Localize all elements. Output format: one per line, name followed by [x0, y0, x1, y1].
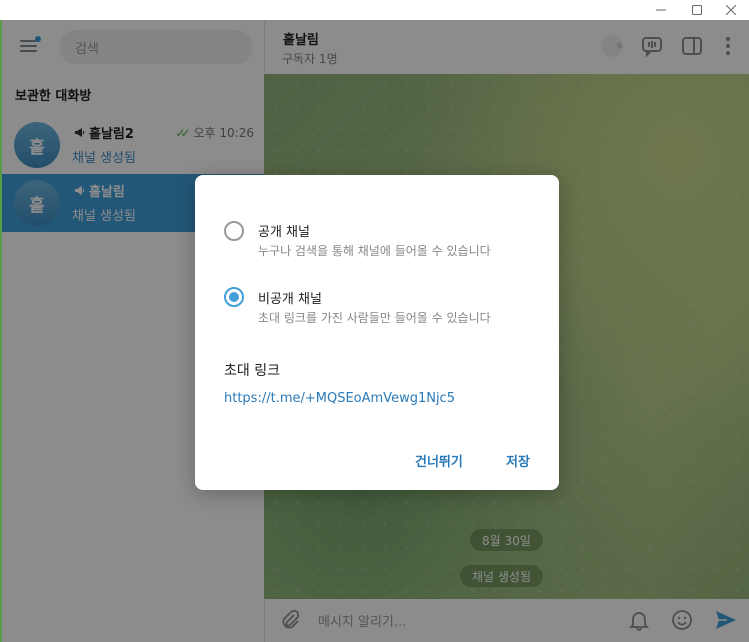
close-icon[interactable] — [714, 0, 748, 20]
app-window: 검색 보관한 대화방 흩 흩날림2 ✓✓ 오후 10:26 채널 생성됨 흩 흩… — [0, 0, 749, 642]
public-channel-description: 누구나 검색을 통해 채널에 들어올 수 있습니다 — [258, 244, 491, 258]
channel-type-dialog: 공개 채널 누구나 검색을 통해 채널에 들어올 수 있습니다 비공개 채널 초… — [195, 175, 559, 490]
skip-button[interactable]: 건너뛰기 — [415, 451, 463, 470]
public-channel-radio[interactable] — [224, 221, 244, 241]
maximize-icon[interactable] — [680, 0, 714, 20]
title-bar — [0, 0, 749, 20]
public-channel-label[interactable]: 공개 채널 — [258, 221, 310, 240]
minimize-icon[interactable] — [644, 0, 678, 20]
invite-link-title: 초대 링크 — [224, 363, 280, 379]
private-channel-description: 초대 링크를 가진 사람들만 들어올 수 있습니다 — [258, 311, 491, 325]
private-channel-label[interactable]: 비공개 채널 — [258, 288, 322, 307]
save-button[interactable]: 저장 — [506, 451, 530, 470]
private-channel-radio[interactable] — [224, 287, 244, 307]
invite-link[interactable]: https://t.me/+MQSEoAmVewg1Njc5 — [224, 391, 455, 406]
